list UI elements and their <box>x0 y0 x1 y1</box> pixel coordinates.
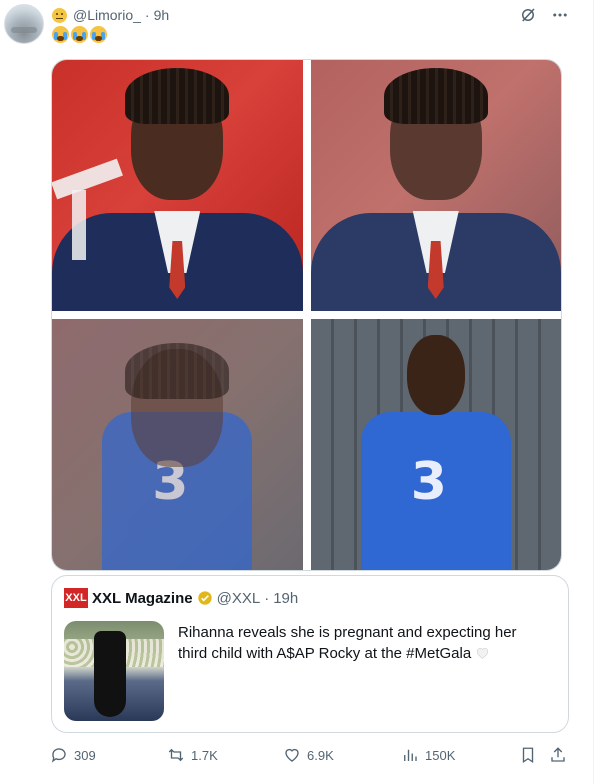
top-actions <box>519 6 569 24</box>
neutral-face-emoji-icon <box>52 7 67 23</box>
share-icon <box>551 747 565 762</box>
white-heart-icon <box>477 648 489 659</box>
heart-icon <box>285 748 299 762</box>
quoted-timestamp[interactable]: 19h <box>273 590 298 607</box>
more-options-icon[interactable] <box>551 6 569 24</box>
avatar[interactable] <box>4 4 44 44</box>
repost-icon <box>168 748 184 762</box>
timestamp[interactable]: 9h <box>154 7 170 23</box>
repost-button[interactable]: 1.7K <box>167 746 218 764</box>
quoted-tweet-text: Rihanna reveals she is pregnant and expe… <box>178 622 548 664</box>
quoted-tweet-header: XXL XXL Magazine @XXL · 19h <box>64 588 298 608</box>
separator-dot: · <box>264 589 270 607</box>
grok-icon[interactable] <box>519 6 537 24</box>
quoted-tweet[interactable]: XXL XXL Magazine @XXL · 19h Rihanna reve… <box>51 575 569 733</box>
share-button[interactable] <box>549 746 567 764</box>
quoted-thumbnail[interactable] <box>64 621 164 721</box>
author-handle[interactable]: @Limorio_ <box>73 7 141 23</box>
reply-button[interactable]: 309 <box>50 746 96 764</box>
media-image-3[interactable] <box>52 319 303 570</box>
quoted-text: Rihanna reveals she is pregnant and expe… <box>178 624 517 662</box>
action-bar: 309 1.7K 6.9K 150K <box>50 744 570 766</box>
bookmark-icon <box>522 747 534 764</box>
views-count: 150K <box>425 747 456 763</box>
media-grid <box>51 59 562 571</box>
media-image-1[interactable] <box>52 60 303 311</box>
verified-badge-icon <box>197 591 212 605</box>
loudly-crying-face-icon <box>71 26 88 43</box>
reply-count: 309 <box>74 747 96 763</box>
tweet-text <box>52 26 107 43</box>
tweet[interactable]: @Limorio_ · 9h 3 3 XXL XXL Magazine @XXL… <box>0 0 594 784</box>
like-count: 6.9K <box>307 747 334 763</box>
quoted-author-name[interactable]: XXL Magazine <box>92 590 193 607</box>
repost-count: 1.7K <box>191 747 218 763</box>
separator-dot: · <box>144 7 150 23</box>
like-button[interactable]: 6.9K <box>283 746 334 764</box>
bookmark-button[interactable] <box>519 746 537 764</box>
media-image-4[interactable] <box>310 319 561 570</box>
quoted-author-handle[interactable]: @XXL <box>217 590 261 607</box>
xxl-logo: XXL <box>64 588 88 608</box>
reply-icon <box>51 748 66 763</box>
tweet-header: @Limorio_ · 9h <box>52 6 169 24</box>
views-button[interactable]: 150K <box>401 746 455 764</box>
analytics-icon <box>404 749 417 761</box>
loudly-crying-face-icon <box>52 26 69 43</box>
media-image-2[interactable] <box>310 60 561 311</box>
loudly-crying-face-icon <box>90 26 107 43</box>
